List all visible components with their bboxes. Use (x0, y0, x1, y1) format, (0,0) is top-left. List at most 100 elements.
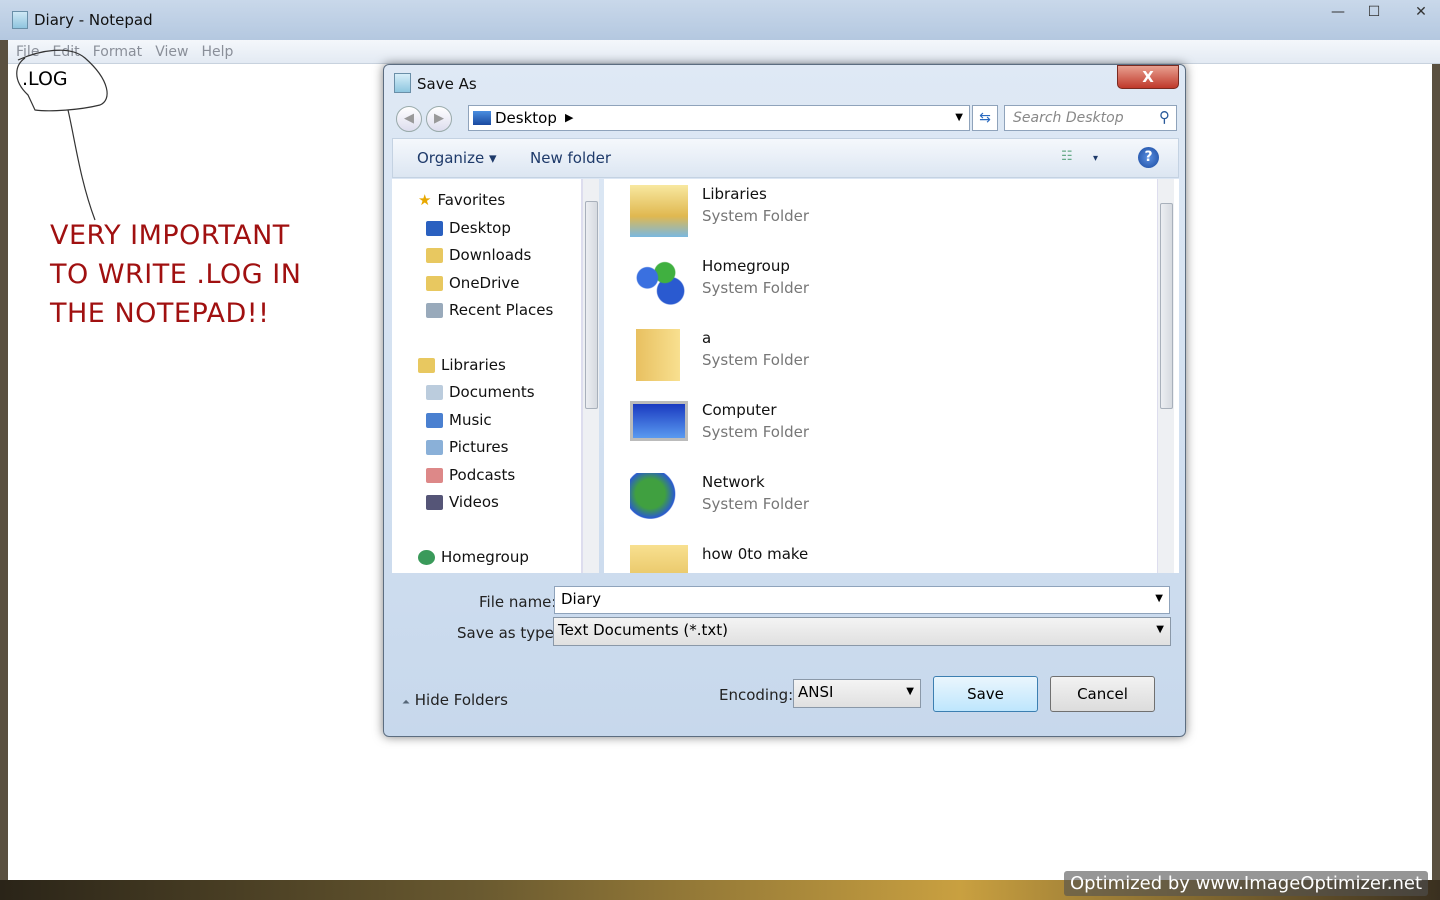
navigation-pane: ★ Favorites Desktop Downloads OneDrive Re… (392, 179, 582, 573)
computer-icon (630, 401, 688, 441)
dialog-close-button[interactable]: X (1117, 65, 1179, 89)
cancel-button[interactable]: Cancel (1050, 676, 1155, 712)
chevron-up-icon: ⏶ (402, 697, 410, 708)
file-name-label: File name: (479, 593, 557, 611)
file-type: System Folder (702, 495, 810, 513)
nav-homegroup[interactable]: Homegroup (418, 548, 529, 566)
file-name: Network (702, 473, 765, 491)
view-icon[interactable]: ☷ (1061, 149, 1073, 164)
search-icon[interactable]: ⚲ (1159, 108, 1170, 126)
close-button[interactable]: ✕ (1405, 4, 1437, 24)
menu-view[interactable]: View (155, 44, 188, 60)
dialog-title: Save As (417, 75, 477, 93)
new-folder-button[interactable]: New folder (530, 149, 611, 167)
chevron-down-icon: ▼ (1156, 624, 1164, 635)
nav-label: Downloads (449, 246, 532, 264)
nav-podcasts[interactable]: Podcasts (426, 466, 515, 484)
save-type-label: Save as type: (457, 624, 559, 642)
search-placeholder: Search Desktop (1013, 110, 1124, 126)
nav-label: OneDrive (449, 274, 520, 292)
encoding-label: Encoding: (719, 686, 794, 704)
file-type: System Folder (702, 207, 810, 225)
nav-videos[interactable]: Videos (426, 493, 499, 511)
notepad-icon (12, 11, 28, 29)
videos-icon (426, 494, 443, 510)
refresh-button[interactable]: ⇆ (972, 105, 998, 131)
watermark: Optimized by www.ImageOptimizer.net (1064, 871, 1428, 896)
libraries-icon (418, 357, 435, 373)
file-name: how 0to make (702, 545, 809, 563)
pictures-icon (426, 439, 443, 455)
file-name: Homegroup (702, 257, 790, 275)
breadcrumb-arrow-icon[interactable]: ▶ (565, 111, 573, 124)
homegroup-icon (630, 257, 688, 309)
minimize-button[interactable]: — (1322, 4, 1354, 24)
nav-pictures[interactable]: Pictures (426, 438, 508, 456)
homegroup-icon (418, 549, 435, 565)
nav-documents[interactable]: Documents (426, 383, 535, 401)
file-type: System Folder (702, 351, 810, 369)
forward-button[interactable]: ▶ (426, 106, 452, 132)
help-icon[interactable]: ? (1138, 147, 1159, 168)
file-name: Libraries (702, 185, 767, 203)
chevron-down-icon[interactable]: ▼ (1155, 593, 1163, 604)
file-list-scrollbar[interactable] (1157, 179, 1174, 573)
save-button[interactable]: Save (933, 676, 1038, 712)
file-name-value: Diary (561, 590, 601, 608)
hide-folders-button[interactable]: ⏶ Hide Folders (402, 691, 508, 709)
file-list: Libraries System Folder Homegroup System F… (604, 179, 1179, 573)
music-icon (426, 412, 443, 428)
nav-music[interactable]: Music (426, 411, 492, 429)
notepad-icon (394, 73, 411, 93)
address-bar[interactable]: Desktop ▶ ▼ (468, 105, 970, 131)
file-type: System Folder (702, 423, 810, 441)
file-name: Computer (702, 401, 777, 419)
hide-folders-label: Hide Folders (414, 691, 508, 709)
file-name-input[interactable]: Diary ▼ (554, 586, 1170, 614)
file-name: a (702, 329, 712, 347)
encoding-select[interactable]: ANSI ▼ (793, 679, 921, 708)
network-icon (630, 473, 688, 525)
save-as-dialog: Save As X ◀ ▶ Desktop ▶ ▼ ⇆ Search Deskt… (383, 64, 1186, 737)
nav-label: Homegroup (441, 548, 529, 566)
nav-recent-places[interactable]: Recent Places (426, 301, 553, 319)
menu-help[interactable]: Help (202, 44, 234, 60)
nav-scrollbar[interactable] (582, 179, 599, 573)
notepad-titlebar: Diary - Notepad — ☐ ✕ (0, 0, 1440, 40)
annotation-line: VERY IMPORTANT (50, 220, 290, 251)
scroll-thumb[interactable] (1160, 203, 1173, 409)
annotation-line: THE NOTEPAD!! (50, 298, 270, 329)
nav-label: Favorites (437, 191, 506, 209)
file-type: System Folder (702, 279, 810, 297)
view-dropdown[interactable]: ▾ (1093, 153, 1098, 164)
maximize-button[interactable]: ☐ (1358, 4, 1390, 24)
user-folder-icon (636, 329, 680, 381)
chevron-down-icon: ▼ (906, 686, 914, 697)
nav-libraries[interactable]: Libraries (418, 356, 506, 374)
menu-bar: File Edit Format View Help (8, 40, 1440, 64)
folder-icon (630, 545, 688, 573)
scroll-thumb[interactable] (585, 201, 598, 409)
window-title: Diary - Notepad (34, 11, 153, 29)
desktop-icon (426, 220, 443, 236)
star-icon: ★ (418, 191, 432, 209)
nav-onedrive[interactable]: OneDrive (426, 274, 520, 292)
nav-downloads[interactable]: Downloads (426, 246, 531, 264)
nav-label: Pictures (449, 438, 509, 456)
desktop-icon (473, 111, 491, 125)
podcasts-icon (426, 467, 443, 483)
nav-label: Documents (449, 383, 535, 401)
nav-label: Podcasts (449, 466, 516, 484)
nav-label: Videos (449, 493, 499, 511)
nav-desktop[interactable]: Desktop (426, 219, 511, 237)
encoding-value: ANSI (798, 683, 834, 701)
recent-places-icon (426, 302, 443, 318)
search-input[interactable]: Search Desktop ⚲ (1004, 105, 1177, 131)
nav-favorites[interactable]: ★ Favorites (418, 191, 505, 209)
save-type-select[interactable]: Text Documents (*.txt) ▼ (553, 617, 1171, 646)
documents-icon (426, 384, 443, 400)
back-button[interactable]: ◀ (396, 106, 422, 132)
address-dropdown-icon[interactable]: ▼ (955, 112, 963, 123)
organize-button[interactable]: Organize ▾ (417, 149, 497, 167)
address-text: Desktop (495, 109, 557, 127)
